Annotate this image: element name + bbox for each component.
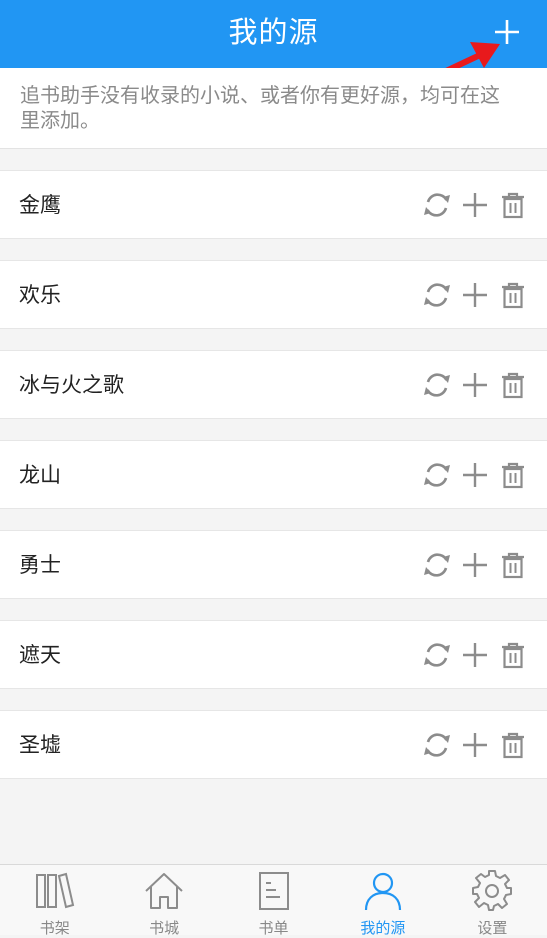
user-icon [364,872,402,911]
tab-icon-wrap [470,869,514,913]
refresh-icon [424,193,450,217]
plus-icon [463,373,487,397]
tab-icon-wrap [33,869,77,913]
add-button[interactable] [457,367,493,403]
delete-button[interactable] [495,367,531,403]
source-row[interactable]: 龙山 [0,440,547,509]
refresh-icon [424,643,450,667]
refresh-button[interactable] [419,187,455,223]
refresh-button[interactable] [419,547,455,583]
page-title: 我的源 [228,15,319,49]
refresh-icon [424,553,450,577]
home-icon [145,873,183,909]
source-row[interactable]: 圣墟 [0,710,547,779]
trash-icon [502,372,524,399]
notice-panel: 追书助手没有收录的小说、或者你有更好源，均可在这里添加。 [0,68,547,149]
plus-icon [495,20,519,44]
refresh-icon [424,373,450,397]
refresh-icon [424,733,450,757]
plus-icon [463,463,487,487]
refresh-button[interactable] [419,727,455,763]
refresh-button[interactable] [419,277,455,313]
delete-button[interactable] [495,187,531,223]
delete-button[interactable] [495,637,531,673]
add-button[interactable] [457,277,493,313]
add-button[interactable] [457,457,493,493]
trash-icon [502,192,524,219]
plus-icon [463,553,487,577]
notice-text: 追书助手没有收录的小说、或者你有更好源，均可在这里添加。 [20,83,500,132]
add-button[interactable] [457,727,493,763]
tab-icon-wrap [142,869,186,913]
header-bar: 我的源 [0,0,547,68]
refresh-icon [424,463,450,487]
delete-button[interactable] [495,277,531,313]
source-name: 龙山 [19,463,61,487]
trash-icon [502,282,524,309]
trash-icon [502,462,524,489]
trash-icon [502,552,524,579]
add-button[interactable] [457,187,493,223]
source-name: 欢乐 [19,283,61,307]
source-name: 金鹰 [19,193,61,217]
source-name: 圣墟 [19,733,61,757]
add-button[interactable] [457,637,493,673]
plus-icon [463,193,487,217]
source-name: 遮天 [19,643,61,667]
row-actions [419,457,531,493]
tab-icon-wrap [361,869,405,913]
bookshelf-icon [35,872,74,909]
plus-icon [463,733,487,757]
source-row[interactable]: 冰与火之歌 [0,350,547,419]
source-row[interactable]: 欢乐 [0,260,547,329]
delete-button[interactable] [495,547,531,583]
delete-button[interactable] [495,727,531,763]
tab-user[interactable]: 我的源 [328,865,437,937]
source-row[interactable]: 勇士 [0,530,547,599]
row-actions [419,187,531,223]
add-button[interactable] [457,547,493,583]
row-actions [419,727,531,763]
gear-icon [472,870,513,911]
refresh-button[interactable] [419,367,455,403]
list-icon [258,872,289,910]
tab-list[interactable]: 书单 [219,865,328,937]
tab-bookshelf[interactable]: 书架 [0,865,109,937]
plus-icon [463,283,487,307]
source-list: 金鹰欢乐冰与火之歌龙山勇士遮天圣墟 [0,170,547,800]
row-actions [419,367,531,403]
refresh-button[interactable] [419,637,455,673]
add-source-button[interactable] [487,12,527,52]
row-actions [419,277,531,313]
source-row[interactable]: 遮天 [0,620,547,689]
source-row[interactable]: 金鹰 [0,170,547,239]
row-actions [419,547,531,583]
plus-icon [463,643,487,667]
delete-button[interactable] [495,457,531,493]
tab-gear[interactable]: 设置 [438,865,547,937]
refresh-icon [424,283,450,307]
row-actions [419,637,531,673]
source-name: 冰与火之歌 [19,373,124,397]
trash-icon [502,642,524,669]
bottom-tab-bar: 书架 书城 书单 我的源 设置 [0,864,547,937]
tab-icon-wrap [252,869,296,913]
source-name: 勇士 [19,553,61,577]
trash-icon [502,732,524,759]
refresh-button[interactable] [419,457,455,493]
tab-home[interactable]: 书城 [109,865,218,937]
